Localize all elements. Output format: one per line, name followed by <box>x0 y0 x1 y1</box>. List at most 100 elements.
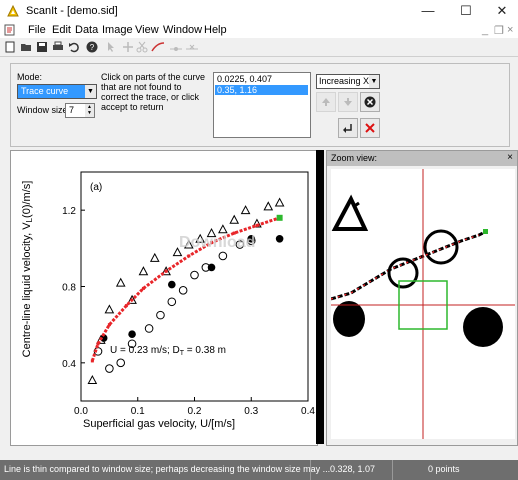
x-tick-label: 0.2 <box>188 406 202 417</box>
zoom-filled-circle <box>463 307 503 347</box>
mode-label: Mode: <box>17 72 43 82</box>
filled-circle-point <box>275 234 284 243</box>
help-icon[interactable]: ? <box>84 39 100 55</box>
mode-value: Trace curve <box>21 86 69 96</box>
list-item[interactable]: 0.0225, 0.407 <box>215 74 308 84</box>
scissors-icon[interactable] <box>134 39 150 55</box>
order-select[interactable]: Increasing X ▼ <box>316 74 380 89</box>
points-list[interactable]: 0.0225, 0.407 0.35, 1.16 <box>213 72 311 138</box>
mdi-close-button[interactable]: × <box>507 24 513 36</box>
cancel-circle-icon <box>364 96 376 108</box>
menu-edit[interactable]: Edit <box>52 24 71 36</box>
window-title: ScanIt - [demo.sid] <box>26 5 118 17</box>
triangle-point <box>274 197 285 207</box>
mdi-minimize-button[interactable]: _ <box>482 24 488 36</box>
trace-point <box>255 223 259 227</box>
filled-circle-point <box>207 263 216 272</box>
open-circle-point <box>105 364 114 373</box>
triangle-point <box>115 277 126 287</box>
status-bar: Line is thin compared to window size; pe… <box>0 460 518 480</box>
y-tick-label: 0.8 <box>62 283 76 294</box>
window-size-label: Window size: <box>17 105 71 115</box>
open-circle-point <box>218 251 228 261</box>
plot-image[interactable]: 0.0 0.1 0.2 0.3 0.4 0.4 0.8 1.2 (a) Download U … <box>11 151 317 445</box>
watermark: Download <box>179 234 255 251</box>
maximize-button[interactable]: ☐ <box>448 0 484 22</box>
status-message: Line is thin compared to window size; pe… <box>4 464 331 474</box>
trace-point <box>96 342 100 346</box>
menu-help[interactable]: Help <box>204 24 227 36</box>
open-icon[interactable] <box>18 39 34 55</box>
panel-label: (a) <box>90 182 102 193</box>
document-icon[interactable] <box>4 24 16 36</box>
pointer-icon[interactable] <box>104 39 120 55</box>
triangle-point <box>240 205 251 215</box>
trace-point <box>187 254 191 258</box>
y-tick-label: 0.4 <box>62 359 76 370</box>
open-circle-point <box>178 286 188 295</box>
zoom-triangle <box>331 194 369 231</box>
mdi-restore-button[interactable]: ❐ <box>494 24 504 37</box>
menu-window[interactable]: Window <box>163 24 202 36</box>
move-up-button[interactable] <box>316 92 336 112</box>
trace-point <box>141 286 145 290</box>
spinner-arrows-icon[interactable]: ▲ ▼ <box>85 104 94 117</box>
print-icon[interactable] <box>50 39 66 55</box>
status-points: 0 points <box>428 464 460 474</box>
triangle-point <box>87 374 98 385</box>
zoom-canvas[interactable] <box>331 169 515 439</box>
filled-circle-point <box>168 280 176 289</box>
y-axis-label: Centre-line liquid velocity, VL(0)/m/s] <box>21 181 34 358</box>
zoom-trace <box>331 229 488 301</box>
cancel-button[interactable] <box>360 118 380 138</box>
minimize-button[interactable]: — <box>410 0 446 22</box>
trace-point <box>124 304 128 308</box>
chevron-down-icon[interactable]: ▼ <box>369 75 379 88</box>
close-icon <box>365 123 375 133</box>
zoom-close-button[interactable]: × <box>507 152 513 163</box>
image-canvas[interactable]: 0.0 0.1 0.2 0.3 0.4 0.4 0.8 1.2 (a) Download U … <box>10 150 318 446</box>
menu-file[interactable]: File <box>28 24 46 36</box>
open-circle-point <box>144 324 154 333</box>
trace-point <box>164 269 168 273</box>
delete-point-icon[interactable] <box>184 39 200 55</box>
zoom-open-circle <box>423 229 459 265</box>
menu-data[interactable]: Data <box>75 24 98 36</box>
status-coords: 0.328, 1.07 <box>330 464 376 474</box>
annotation: U = 0.23 m/s; DT = 0.38 m <box>110 345 226 357</box>
trace-endpoint <box>276 214 283 221</box>
zoom-endpoint <box>483 229 488 234</box>
x-tick-label: 0.3 <box>244 406 258 417</box>
filled-circle-point <box>128 330 136 339</box>
menu-image[interactable]: Image <box>102 24 133 36</box>
add-point-icon[interactable] <box>168 39 184 55</box>
zoom-view-panel: Zoom view: × <box>326 150 518 446</box>
arrow-down-icon <box>344 98 352 106</box>
window-size-spinner[interactable]: 7 ▲ ▼ <box>65 103 95 118</box>
window-size-value: 7 <box>69 105 75 115</box>
splitter[interactable] <box>316 150 324 444</box>
order-value: Increasing X <box>319 76 370 86</box>
menu-view[interactable]: View <box>135 24 159 36</box>
svg-text:?: ? <box>90 43 95 52</box>
save-icon[interactable] <box>34 39 50 55</box>
triangle-point <box>149 252 160 262</box>
move-down-button[interactable] <box>338 92 358 112</box>
arrow-up-icon <box>322 98 330 106</box>
trace-settings-panel: Mode: Trace curve ▼ Window size: 7 ▲ ▼ Cl… <box>10 63 510 147</box>
plot-frame <box>80 171 309 402</box>
triangle-point <box>263 201 274 211</box>
accept-button[interactable] <box>338 118 358 138</box>
mode-select[interactable]: Trace curve ▼ <box>17 84 97 99</box>
list-item-selected[interactable]: 0.35, 1.16 <box>215 85 308 95</box>
menu-bar: File Edit Data Image View Window Help _ … <box>0 22 518 38</box>
zoom-filled-circle <box>333 301 365 337</box>
close-button[interactable]: ✕ <box>484 0 518 22</box>
new-icon[interactable] <box>2 39 18 55</box>
x-tick-label: 0.4 <box>301 406 315 417</box>
zoom-title: Zoom view: <box>331 153 378 163</box>
undo-icon[interactable] <box>66 39 82 55</box>
trace-icon[interactable] <box>150 39 166 55</box>
chevron-down-icon[interactable]: ▼ <box>85 85 96 98</box>
remove-point-button[interactable] <box>360 92 380 112</box>
